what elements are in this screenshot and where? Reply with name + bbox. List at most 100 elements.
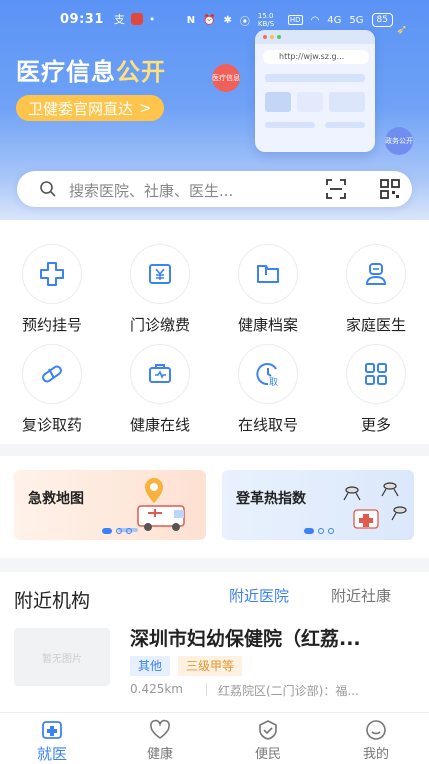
service-online-ticket[interactable]: 取 在线取号 bbox=[220, 344, 316, 444]
rocket-icon: ➶ bbox=[396, 22, 408, 38]
tab-label: 我的 bbox=[362, 747, 389, 762]
hero-title: 医疗信息公开 bbox=[16, 52, 166, 87]
section-title: 附近机构 bbox=[14, 590, 91, 612]
service-label: 健康档案 bbox=[237, 316, 298, 334]
pill-icon bbox=[22, 344, 82, 404]
banner-title: 急救地图 bbox=[28, 491, 84, 507]
bottom-tab-bar: 就医 健康 便民 我的 bbox=[0, 712, 429, 764]
yuan-wallet-icon bbox=[130, 244, 190, 304]
hospital-icon bbox=[42, 721, 62, 739]
tab-label: 健康 bbox=[146, 747, 173, 762]
illustration-block bbox=[297, 92, 323, 112]
service-more[interactable]: 更多 bbox=[328, 344, 424, 444]
service-label: 健康在线 bbox=[129, 416, 190, 434]
heart-icon bbox=[150, 719, 170, 739]
service-appointment[interactable]: 预约挂号 bbox=[4, 244, 100, 344]
service-label: 预约挂号 bbox=[21, 316, 82, 334]
scan-icon[interactable] bbox=[326, 179, 346, 199]
institution-tag: 其他 bbox=[130, 656, 171, 676]
illustration-block bbox=[265, 74, 365, 82]
services-grid: 预约挂号 门诊缴费 健康档案 家庭医生 复诊取药 健康在线 取 在线取号 更多 bbox=[0, 220, 429, 444]
service-label: 在线取号 bbox=[237, 416, 298, 434]
status-notification-icons: 支 • bbox=[114, 11, 156, 27]
tab-convenience[interactable]: 便民 bbox=[238, 719, 298, 762]
hd-icon: HD bbox=[287, 15, 303, 25]
emergency-map-banner[interactable]: 急救地图 bbox=[14, 470, 206, 540]
tab-nearby-community[interactable]: 附近社康 bbox=[331, 585, 391, 606]
ticket-glyph: 取 bbox=[269, 377, 278, 388]
search-icon bbox=[40, 181, 56, 197]
service-payment[interactable]: 门诊缴费 bbox=[112, 244, 208, 344]
institution-name[interactable]: 深圳市妇幼保健院（红荔... bbox=[130, 624, 420, 651]
plus-cross-icon bbox=[22, 244, 82, 304]
service-label: 复诊取药 bbox=[21, 416, 82, 434]
grid-icon bbox=[346, 344, 406, 404]
clock-ticket-icon: 取 bbox=[238, 344, 298, 404]
qr-code-icon[interactable] bbox=[380, 179, 400, 199]
service-refill[interactable]: 复诊取药 bbox=[4, 344, 100, 444]
network-speed: 15.0 KB/S bbox=[257, 12, 275, 28]
service-label: 家庭医生 bbox=[345, 316, 406, 334]
banner-pager bbox=[102, 528, 132, 534]
illustration-block bbox=[265, 122, 315, 128]
service-label: 门诊缴费 bbox=[129, 316, 190, 334]
app-notification-icon bbox=[130, 13, 143, 25]
signal-4g: 4G bbox=[327, 14, 342, 26]
alarm-icon: ⏰ bbox=[203, 14, 216, 26]
service-health-online[interactable]: 健康在线 bbox=[112, 344, 208, 444]
dengue-index-banner[interactable]: 登革热指数 bbox=[222, 470, 414, 540]
shield-icon bbox=[259, 720, 277, 740]
illustration-block bbox=[265, 92, 291, 112]
tab-mine[interactable]: 我的 bbox=[346, 719, 406, 762]
wifi-icon: ◠ bbox=[310, 14, 320, 26]
search-input[interactable]: 搜索医院、社康、医生... bbox=[69, 180, 233, 201]
health-commission-link-button[interactable]: 卫健委官网直达 > bbox=[16, 95, 164, 121]
dot-icon: • bbox=[148, 12, 156, 26]
gov-affairs-bubble: 政务公开 bbox=[385, 127, 413, 155]
alipay-icon: 支 bbox=[113, 13, 125, 26]
institution-tag: 三级甲等 bbox=[178, 656, 243, 676]
service-family-doctor[interactable]: 家庭医生 bbox=[328, 244, 424, 344]
institution-distance: 0.425km bbox=[130, 682, 183, 696]
medical-kit-icon bbox=[130, 344, 190, 404]
search-bar[interactable]: 搜索医院、社康、医生... bbox=[17, 171, 412, 207]
medical-info-bubble: 医疗信息 bbox=[212, 64, 240, 92]
mosquito-icon bbox=[343, 482, 407, 529]
thumbnail-placeholder: 暂无图片 bbox=[42, 653, 82, 665]
doctor-icon bbox=[346, 244, 406, 304]
browser-dot bbox=[263, 35, 267, 39]
illustration-block bbox=[329, 92, 365, 112]
tab-label: 便民 bbox=[254, 747, 281, 762]
service-label: 更多 bbox=[360, 416, 391, 434]
status-time: 09:31 bbox=[60, 11, 104, 27]
tab-label: 就医 bbox=[36, 745, 67, 763]
nearby-section: 附近机构 附近医院 附近社康 暂无图片 深圳市妇幼保健院（红荔... 其他 三级… bbox=[0, 572, 429, 712]
nfc-icon: N bbox=[186, 14, 196, 26]
illustration-block bbox=[325, 122, 365, 128]
illustration-url: http://wjw.sz.g... bbox=[263, 50, 369, 64]
promo-banners: 急救地图 登革热指数 bbox=[0, 456, 429, 558]
institution-thumbnail: 暂无图片 bbox=[14, 628, 110, 686]
folder-icon bbox=[238, 244, 298, 304]
divider bbox=[206, 683, 207, 696]
bluetooth-icon: ✱ bbox=[223, 14, 232, 26]
signal-5g: 5G bbox=[349, 14, 364, 26]
banner-pager bbox=[304, 528, 334, 534]
browser-dot bbox=[270, 35, 274, 39]
website-illustration: http://wjw.sz.g... bbox=[255, 30, 375, 152]
tab-health[interactable]: 健康 bbox=[130, 719, 190, 762]
smile-icon bbox=[366, 720, 386, 740]
banner-title: 登革热指数 bbox=[236, 491, 306, 507]
browser-dot bbox=[277, 35, 281, 39]
hero-title-main: 医疗信息 bbox=[16, 58, 116, 86]
tab-medical[interactable]: 就医 bbox=[22, 719, 82, 764]
service-health-records[interactable]: 健康档案 bbox=[220, 244, 316, 344]
ambulance-icon bbox=[118, 478, 185, 532]
location-icon: ⦿ bbox=[239, 16, 250, 28]
hero-link-label: 卫健委官网直达 bbox=[28, 99, 134, 118]
tab-nearby-hospitals[interactable]: 附近医院 bbox=[229, 585, 289, 606]
battery-icon: 85 bbox=[371, 13, 393, 27]
institution-address: 红荔院区(二门诊部)：福... bbox=[218, 684, 359, 698]
hero-title-accent: 公开 bbox=[116, 58, 166, 86]
chevron-right-icon: > bbox=[139, 99, 152, 117]
